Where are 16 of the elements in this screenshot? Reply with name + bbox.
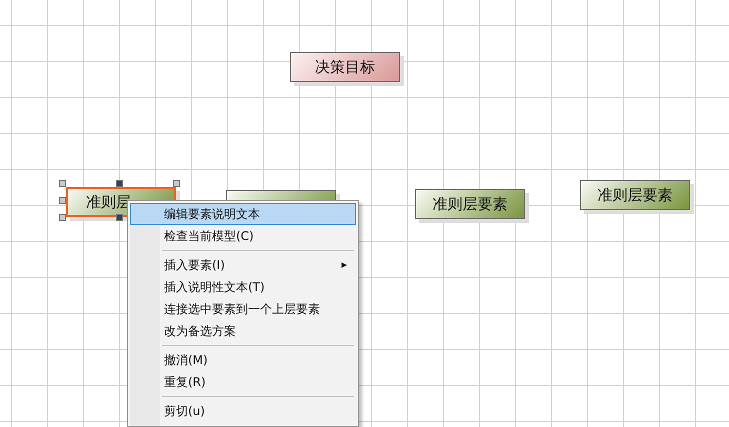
menu-item[interactable]: 撤消(M) xyxy=(130,349,356,371)
menu-item[interactable]: 剪切(u) xyxy=(130,400,356,422)
menu-item[interactable]: 编辑要素说明文本 xyxy=(130,203,356,225)
resize-handle[interactable] xyxy=(116,180,123,187)
submenu-item[interactable]: 插入要素(I) ▸ xyxy=(130,254,356,276)
resize-handle[interactable] xyxy=(173,180,180,187)
resize-handle[interactable] xyxy=(59,180,66,187)
resize-handle[interactable] xyxy=(59,197,66,204)
submenu-arrow-icon: ▸ xyxy=(341,255,347,275)
menu-item[interactable]: 连接选中要素到一个上层要素 xyxy=(130,298,356,320)
menu-item[interactable]: 改为备选方案 xyxy=(130,320,356,342)
resize-handle[interactable] xyxy=(116,214,123,221)
menu-item[interactable]: 重复(R) xyxy=(130,371,356,393)
menu-item[interactable]: 检查当前模型(C) xyxy=(130,225,356,247)
menu-item[interactable]: 插入说明性文本(T) xyxy=(130,276,356,298)
resize-handle[interactable] xyxy=(59,214,66,221)
